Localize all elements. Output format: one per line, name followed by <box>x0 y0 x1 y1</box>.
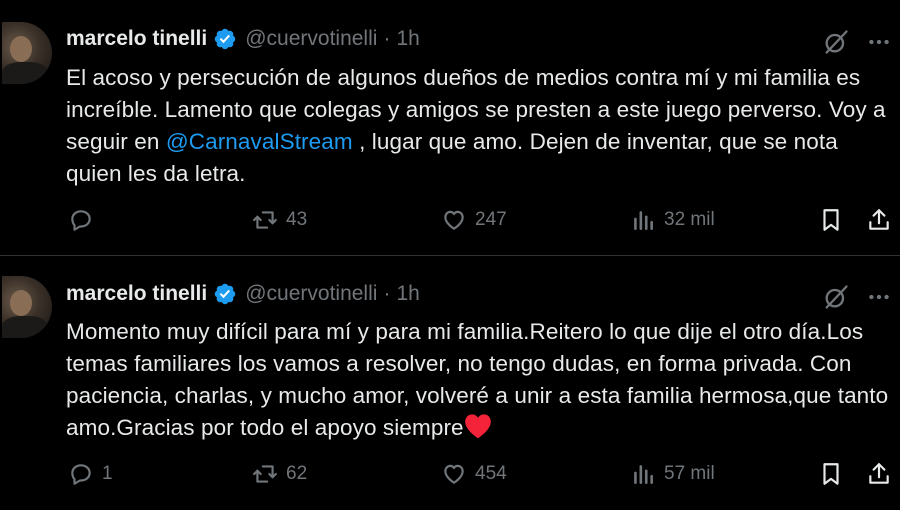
share-icon <box>869 209 889 230</box>
reply-button[interactable] <box>68 204 102 236</box>
verified-badge-icon <box>214 28 236 50</box>
retweet-icon <box>253 465 277 483</box>
reply-icon <box>71 464 91 485</box>
share-button[interactable] <box>866 204 892 236</box>
avatar-shoulder <box>2 316 48 338</box>
grok-icon[interactable] <box>822 283 850 311</box>
tweet-header: marcelo tinelli @cuervotinelli · 1h <box>66 281 420 307</box>
views-button[interactable]: 57 mil <box>630 458 715 490</box>
views-icon <box>634 465 653 484</box>
more-icon[interactable] <box>866 284 892 310</box>
grok-icon[interactable] <box>822 28 850 56</box>
verified-badge-icon <box>214 283 236 305</box>
retweet-count: 62 <box>286 463 308 484</box>
views-icon <box>634 211 653 230</box>
retweet-count: 43 <box>286 209 308 230</box>
avatar[interactable] <box>2 276 52 338</box>
avatar-face <box>10 36 32 62</box>
bookmark-icon <box>823 209 839 231</box>
tweet[interactable]: marcelo tinelli @cuervotinelli · 1h Mome… <box>0 255 900 510</box>
views-count: 32 mil <box>664 209 715 230</box>
red-heart-emoji-icon <box>464 414 491 439</box>
author-handle[interactable]: @cuervotinelli <box>245 282 377 306</box>
reply-button[interactable]: 1 <box>68 458 113 490</box>
avatar-shoulder <box>2 62 48 84</box>
retweet-button[interactable]: 62 <box>252 458 307 490</box>
like-button[interactable]: 454 <box>441 458 507 490</box>
timestamp[interactable]: 1h <box>396 27 419 51</box>
like-count: 247 <box>475 209 507 230</box>
like-icon <box>444 464 464 484</box>
tweet-text: Momento muy difícil para mí y para mi fa… <box>66 316 896 444</box>
avatar-face <box>10 290 32 316</box>
separator: · <box>383 282 391 305</box>
mention-link[interactable]: @CarnavalStream <box>166 129 353 154</box>
reply-count: 1 <box>102 463 113 484</box>
tweet-top-actions <box>822 283 900 311</box>
tweet-top-actions <box>822 28 900 56</box>
tweet[interactable]: marcelo tinelli @cuervotinelli · 1h El a… <box>0 0 900 254</box>
bookmark-icon <box>823 463 839 485</box>
more-icon[interactable] <box>866 29 892 55</box>
author-name[interactable]: marcelo tinelli <box>66 282 207 306</box>
retweet-icon <box>253 211 277 229</box>
retweet-button[interactable]: 43 <box>252 204 307 236</box>
views-count: 57 mil <box>664 463 715 484</box>
like-count: 454 <box>475 463 507 484</box>
views-button[interactable]: 32 mil <box>630 204 715 236</box>
bookmark-button[interactable] <box>818 204 844 236</box>
avatar[interactable] <box>2 22 52 84</box>
bookmark-button[interactable] <box>818 458 844 490</box>
tweet-actions: 1 62 454 57 mil <box>0 458 900 490</box>
timestamp[interactable]: 1h <box>396 282 419 306</box>
author-name[interactable]: marcelo tinelli <box>66 27 207 51</box>
like-button[interactable]: 247 <box>441 204 507 236</box>
tweet-header: marcelo tinelli @cuervotinelli · 1h <box>66 26 420 52</box>
share-button[interactable] <box>866 458 892 490</box>
tweet-actions: 43 247 32 mil <box>0 204 900 236</box>
like-icon <box>444 210 464 230</box>
reply-icon <box>71 210 91 231</box>
separator: · <box>383 27 391 50</box>
tweet-text: El acoso y persecución de algunos dueños… <box>66 62 896 190</box>
share-icon <box>869 463 889 484</box>
author-handle[interactable]: @cuervotinelli <box>245 27 377 51</box>
